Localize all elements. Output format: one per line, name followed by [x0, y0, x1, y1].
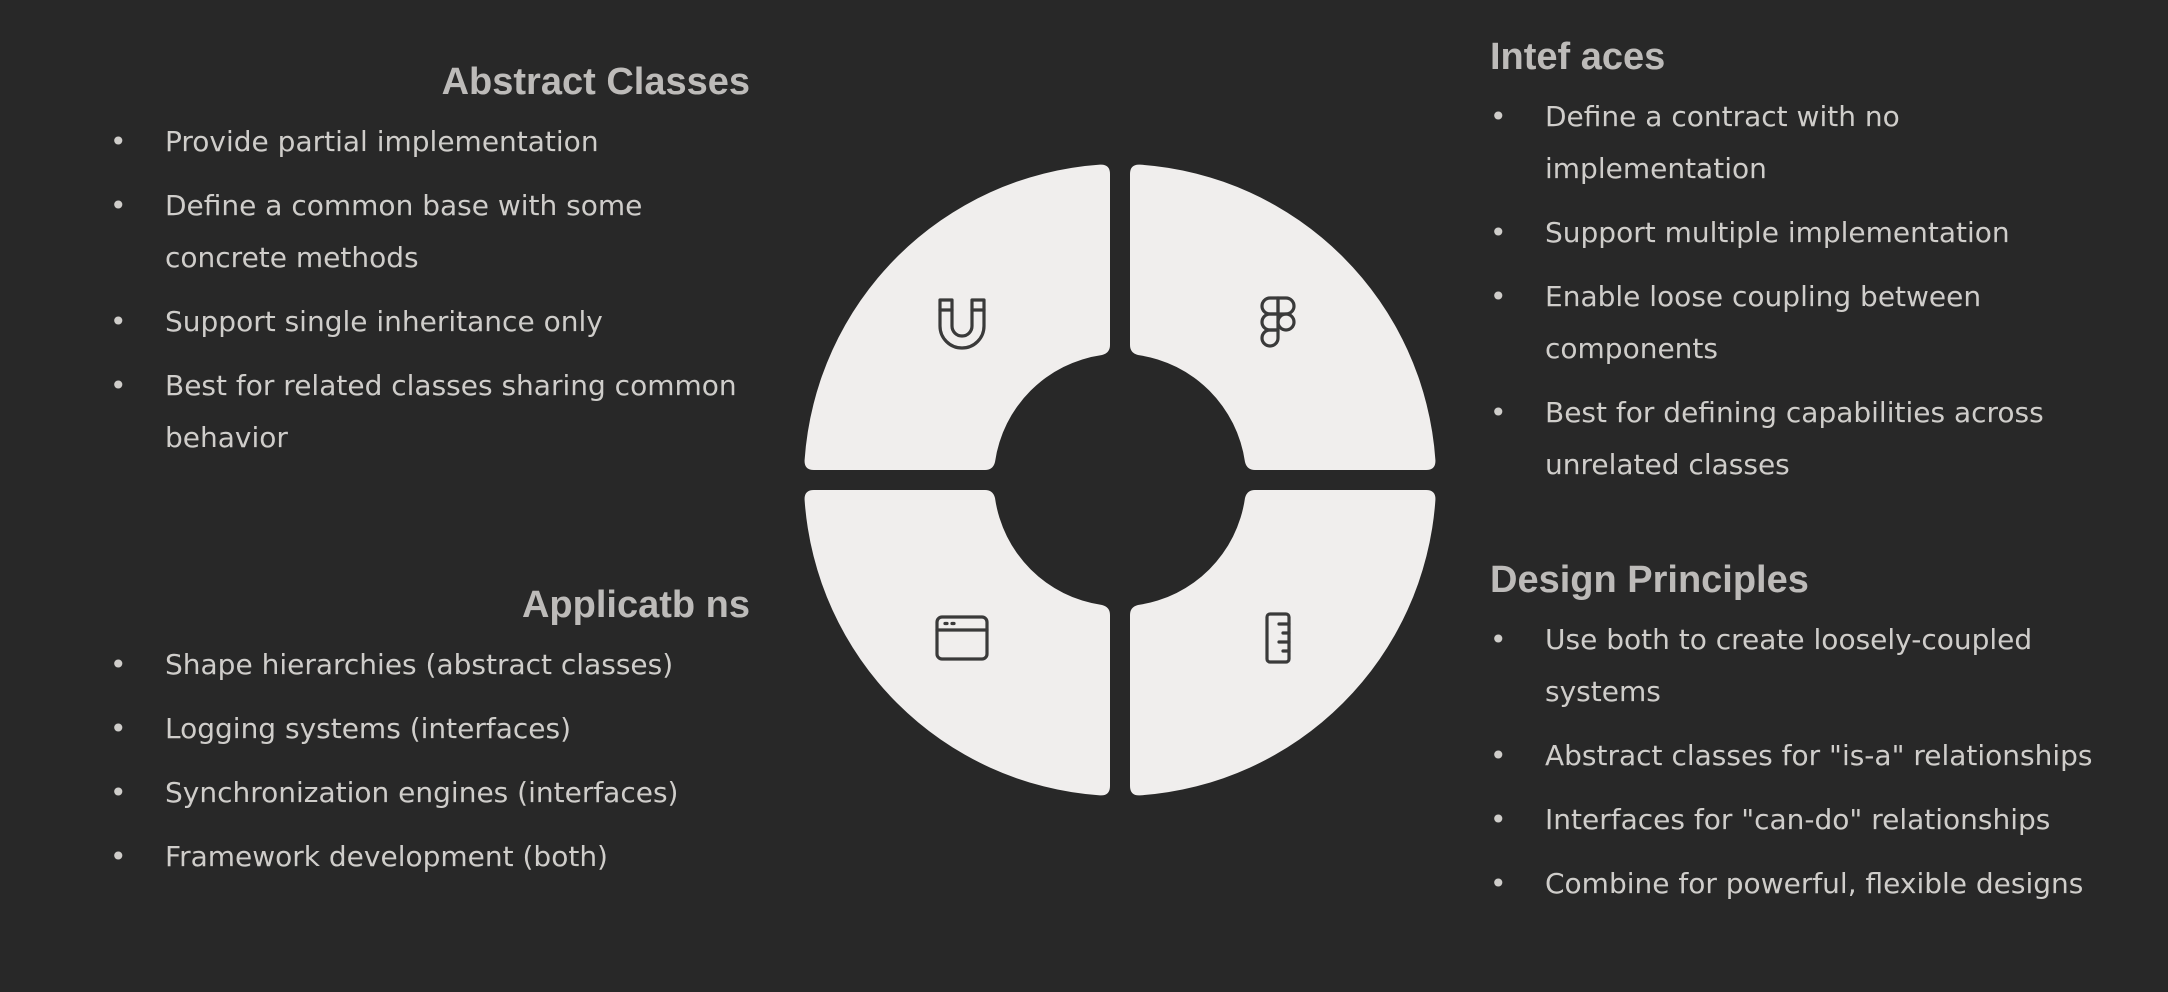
- list-item: • Logging systems (interfaces): [110, 703, 750, 755]
- section-abstract-classes: Abstract Classes • Provide partial implem…: [110, 60, 750, 476]
- list-item-text: Use both to create loosely-coupled syste…: [1545, 623, 2033, 708]
- list-item-text: Support single inheritance only: [165, 305, 603, 338]
- list-item: • Define a common base with some concrete…: [110, 180, 740, 284]
- bullet-dot: •: [110, 712, 127, 745]
- bullet-dot: •: [1490, 739, 1507, 772]
- list-item-text: Enable loose coupling between components: [1545, 280, 1982, 365]
- section-applications: Applicatb ns • Shape hierarchies (abstrac…: [110, 583, 750, 895]
- list-item-text: Shape hierarchies (abstract classes): [165, 648, 674, 681]
- section-title: Intef aces: [1490, 36, 1666, 78]
- list-item: • Synchronization engines (interfaces): [110, 767, 750, 819]
- list-item-text: Best for defining capabilities across un…: [1545, 396, 2044, 481]
- section-design-principles: Design Principles • Use both to create lo…: [1490, 558, 2130, 922]
- list-item: • Enable loose coupling between component…: [1490, 271, 2085, 375]
- bullet-dot: •: [110, 125, 127, 158]
- bullet-list: • Shape hierarchies (abstract classes) • L…: [110, 639, 750, 883]
- bullet-dot: •: [110, 648, 127, 681]
- bullet-dot: •: [1490, 100, 1507, 133]
- bullet-dot: •: [1490, 280, 1507, 313]
- list-item: • Framework development (both): [110, 831, 750, 883]
- bullet-dot: •: [1490, 867, 1507, 900]
- bullet-dot: •: [1490, 803, 1507, 836]
- list-item: • Provide partial implementation: [110, 116, 740, 168]
- section-title: Abstract Classes: [441, 61, 750, 103]
- list-item: • Combine for powerful, flexible designs: [1490, 858, 2150, 910]
- section-interfaces: Intef aces • Define a contract with no im…: [1490, 35, 2130, 503]
- bullet-dot: •: [110, 840, 127, 873]
- bullet-list: • Define a contract with no implementatio…: [1490, 91, 2110, 491]
- list-item-text: Synchronization engines (interfaces): [165, 776, 679, 809]
- list-item-text: Logging systems (interfaces): [165, 712, 572, 745]
- bullet-dot: •: [1490, 216, 1507, 249]
- list-item: • Shape hierarchies (abstract classes): [110, 639, 750, 691]
- bullet-dot: •: [110, 776, 127, 809]
- list-item-text: Define a contract with no implementation: [1545, 100, 1900, 185]
- list-item: • Abstract classes for "is-a" relationshi…: [1490, 730, 2150, 782]
- list-item-text: Interfaces for "can-do" relationships: [1545, 803, 2051, 836]
- list-item-text: Define a common base with some concrete …: [165, 189, 643, 274]
- bullet-list: • Provide partial implementation • Define …: [110, 116, 750, 464]
- list-item: • Support multiple implementation: [1490, 207, 2110, 259]
- list-item-text: Support multiple implementation: [1545, 216, 2010, 249]
- bullet-dot: •: [110, 305, 127, 338]
- quadrant-ring-diagram: [804, 164, 1436, 796]
- list-item-text: Best for related classes sharing common …: [165, 369, 737, 454]
- list-item-text: Framework development (both): [165, 840, 608, 873]
- bullet-dot: •: [110, 189, 127, 222]
- list-item-text: Provide partial implementation: [165, 125, 599, 158]
- list-item: • Support single inheritance only: [110, 296, 740, 348]
- list-item: • Use both to create loosely-coupled syst…: [1490, 614, 2105, 718]
- bullet-dot: •: [1490, 623, 1507, 656]
- list-item-text: Combine for powerful, flexible designs: [1545, 867, 2084, 900]
- section-title: Design Principles: [1490, 559, 1809, 601]
- segment-top-right: [1130, 164, 1436, 470]
- list-item: • Best for defining capabilities across u…: [1490, 387, 2115, 491]
- segment-top-left: [804, 164, 1110, 470]
- bullet-dot: •: [1490, 396, 1507, 429]
- segment-bottom-left: [804, 490, 1110, 796]
- section-title: Applicatb ns: [521, 584, 750, 626]
- bullet-list: • Use both to create loosely-coupled syst…: [1490, 614, 2150, 910]
- bullet-dot: •: [110, 369, 127, 402]
- ring-segments: [804, 164, 1436, 796]
- list-item: • Define a contract with no implementatio…: [1490, 91, 2055, 195]
- list-item-text: Abstract classes for "is-a" relationship…: [1545, 739, 2093, 772]
- list-item: • Interfaces for "can-do" relationships: [1490, 794, 2150, 846]
- list-item: • Best for related classes sharing common…: [110, 360, 740, 464]
